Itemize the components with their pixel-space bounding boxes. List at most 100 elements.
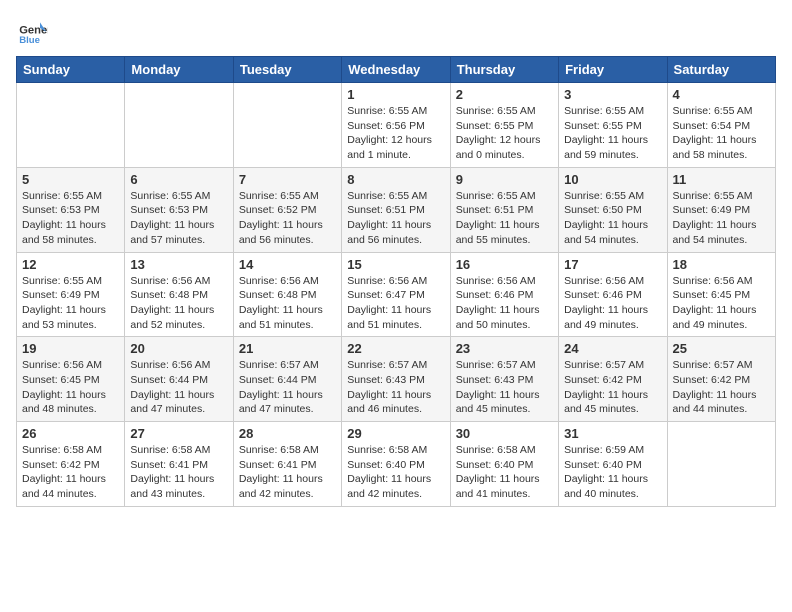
weekday-header-sunday: Sunday — [17, 57, 125, 83]
day-number: 13 — [130, 257, 227, 272]
day-info: Sunrise: 6:57 AMSunset: 6:42 PMDaylight:… — [564, 358, 661, 417]
day-number: 2 — [456, 87, 553, 102]
day-number: 18 — [673, 257, 770, 272]
day-info: Sunrise: 6:57 AMSunset: 6:43 PMDaylight:… — [347, 358, 444, 417]
calendar-cell: 15 Sunrise: 6:56 AMSunset: 6:47 PMDayligh… — [342, 252, 450, 337]
day-info: Sunrise: 6:56 AMSunset: 6:48 PMDaylight:… — [130, 274, 227, 333]
calendar-cell: 8 Sunrise: 6:55 AMSunset: 6:51 PMDaylight… — [342, 167, 450, 252]
day-info: Sunrise: 6:57 AMSunset: 6:44 PMDaylight:… — [239, 358, 336, 417]
day-info: Sunrise: 6:55 AMSunset: 6:54 PMDaylight:… — [673, 104, 770, 163]
calendar-cell — [125, 83, 233, 168]
calendar-cell: 2 Sunrise: 6:55 AMSunset: 6:55 PMDaylight… — [450, 83, 558, 168]
calendar-cell: 11 Sunrise: 6:55 AMSunset: 6:49 PMDayligh… — [667, 167, 775, 252]
week-row-4: 19 Sunrise: 6:56 AMSunset: 6:45 PMDayligh… — [17, 337, 776, 422]
calendar-cell: 26 Sunrise: 6:58 AMSunset: 6:42 PMDayligh… — [17, 422, 125, 507]
week-row-5: 26 Sunrise: 6:58 AMSunset: 6:42 PMDayligh… — [17, 422, 776, 507]
day-info: Sunrise: 6:55 AMSunset: 6:49 PMDaylight:… — [22, 274, 119, 333]
calendar-cell: 16 Sunrise: 6:56 AMSunset: 6:46 PMDayligh… — [450, 252, 558, 337]
calendar-cell: 1Sunrise: 6:55 AMSunset: 6:56 PMDaylight… — [342, 83, 450, 168]
day-info: Sunrise: 6:56 AMSunset: 6:47 PMDaylight:… — [347, 274, 444, 333]
week-row-3: 12Sunrise: 6:55 AMSunset: 6:49 PMDayligh… — [17, 252, 776, 337]
day-number: 3 — [564, 87, 661, 102]
calendar-table: SundayMondayTuesdayWednesdayThursdayFrid… — [16, 56, 776, 507]
weekday-header-monday: Monday — [125, 57, 233, 83]
calendar-cell: 30Sunrise: 6:58 AMSunset: 6:40 PMDayligh… — [450, 422, 558, 507]
day-info: Sunrise: 6:55 AMSunset: 6:55 PMDaylight:… — [564, 104, 661, 163]
day-number: 26 — [22, 426, 119, 441]
calendar-cell: 27 Sunrise: 6:58 AMSunset: 6:41 PMDayligh… — [125, 422, 233, 507]
week-row-1: 1Sunrise: 6:55 AMSunset: 6:56 PMDaylight… — [17, 83, 776, 168]
day-number: 27 — [130, 426, 227, 441]
day-info: Sunrise: 6:56 AMSunset: 6:45 PMDaylight:… — [22, 358, 119, 417]
day-info: Sunrise: 6:58 AMSunset: 6:41 PMDaylight:… — [130, 443, 227, 502]
day-info: Sunrise: 6:59 AMSunset: 6:40 PMDaylight:… — [564, 443, 661, 502]
day-info: Sunrise: 6:55 AMSunset: 6:51 PMDaylight:… — [456, 189, 553, 248]
day-number: 23 — [456, 341, 553, 356]
logo-icon: General Blue — [16, 16, 48, 48]
calendar-cell: 12Sunrise: 6:55 AMSunset: 6:49 PMDayligh… — [17, 252, 125, 337]
calendar-cell: 25Sunrise: 6:57 AMSunset: 6:42 PMDayligh… — [667, 337, 775, 422]
day-info: Sunrise: 6:55 AMSunset: 6:51 PMDaylight:… — [347, 189, 444, 248]
calendar-cell: 18 Sunrise: 6:56 AMSunset: 6:45 PMDayligh… — [667, 252, 775, 337]
calendar-cell: 19 Sunrise: 6:56 AMSunset: 6:45 PMDayligh… — [17, 337, 125, 422]
day-info: Sunrise: 6:57 AMSunset: 6:43 PMDaylight:… — [456, 358, 553, 417]
calendar-cell: 21 Sunrise: 6:57 AMSunset: 6:44 PMDayligh… — [233, 337, 341, 422]
calendar-cell: 7Sunrise: 6:55 AMSunset: 6:52 PMDaylight… — [233, 167, 341, 252]
day-info: Sunrise: 6:56 AMSunset: 6:46 PMDaylight:… — [456, 274, 553, 333]
day-info: Sunrise: 6:55 AMSunset: 6:55 PMDaylight:… — [456, 104, 553, 163]
day-info: Sunrise: 6:58 AMSunset: 6:40 PMDaylight:… — [347, 443, 444, 502]
day-number: 24 — [564, 341, 661, 356]
day-info: Sunrise: 6:55 AMSunset: 6:53 PMDaylight:… — [130, 189, 227, 248]
weekday-header-wednesday: Wednesday — [342, 57, 450, 83]
day-number: 22 — [347, 341, 444, 356]
day-number: 15 — [347, 257, 444, 272]
day-number: 10 — [564, 172, 661, 187]
logo: General Blue — [16, 16, 48, 48]
day-info: Sunrise: 6:55 AMSunset: 6:53 PMDaylight:… — [22, 189, 119, 248]
day-number: 6 — [130, 172, 227, 187]
day-number: 4 — [673, 87, 770, 102]
calendar-cell: 17 Sunrise: 6:56 AMSunset: 6:46 PMDayligh… — [559, 252, 667, 337]
calendar-cell: 31 Sunrise: 6:59 AMSunset: 6:40 PMDayligh… — [559, 422, 667, 507]
weekday-header-thursday: Thursday — [450, 57, 558, 83]
day-info: Sunrise: 6:55 AMSunset: 6:49 PMDaylight:… — [673, 189, 770, 248]
calendar-cell — [233, 83, 341, 168]
weekday-header-saturday: Saturday — [667, 57, 775, 83]
calendar-cell: 10 Sunrise: 6:55 AMSunset: 6:50 PMDayligh… — [559, 167, 667, 252]
calendar-cell: 28 Sunrise: 6:58 AMSunset: 6:41 PMDayligh… — [233, 422, 341, 507]
week-row-2: 5 Sunrise: 6:55 AMSunset: 6:53 PMDaylight… — [17, 167, 776, 252]
day-number: 7 — [239, 172, 336, 187]
day-number: 1 — [347, 87, 444, 102]
calendar-cell: 6 Sunrise: 6:55 AMSunset: 6:53 PMDaylight… — [125, 167, 233, 252]
day-info: Sunrise: 6:56 AMSunset: 6:46 PMDaylight:… — [564, 274, 661, 333]
calendar-cell: 24 Sunrise: 6:57 AMSunset: 6:42 PMDayligh… — [559, 337, 667, 422]
day-info: Sunrise: 6:55 AMSunset: 6:50 PMDaylight:… — [564, 189, 661, 248]
page-header: General Blue — [16, 16, 776, 48]
calendar-cell: 3 Sunrise: 6:55 AMSunset: 6:55 PMDaylight… — [559, 83, 667, 168]
calendar-cell: 20Sunrise: 6:56 AMSunset: 6:44 PMDayligh… — [125, 337, 233, 422]
day-number: 17 — [564, 257, 661, 272]
day-number: 28 — [239, 426, 336, 441]
calendar-cell — [17, 83, 125, 168]
day-info: Sunrise: 6:58 AMSunset: 6:42 PMDaylight:… — [22, 443, 119, 502]
calendar-cell: 5 Sunrise: 6:55 AMSunset: 6:53 PMDaylight… — [17, 167, 125, 252]
weekday-header-friday: Friday — [559, 57, 667, 83]
svg-text:Blue: Blue — [19, 35, 40, 46]
day-info: Sunrise: 6:56 AMSunset: 6:45 PMDaylight:… — [673, 274, 770, 333]
day-info: Sunrise: 6:56 AMSunset: 6:48 PMDaylight:… — [239, 274, 336, 333]
day-number: 5 — [22, 172, 119, 187]
day-info: Sunrise: 6:58 AMSunset: 6:41 PMDaylight:… — [239, 443, 336, 502]
day-number: 16 — [456, 257, 553, 272]
calendar-cell: 29Sunrise: 6:58 AMSunset: 6:40 PMDayligh… — [342, 422, 450, 507]
weekday-header-row: SundayMondayTuesdayWednesdayThursdayFrid… — [17, 57, 776, 83]
calendar-cell: 23 Sunrise: 6:57 AMSunset: 6:43 PMDayligh… — [450, 337, 558, 422]
day-number: 19 — [22, 341, 119, 356]
day-number: 14 — [239, 257, 336, 272]
day-number: 11 — [673, 172, 770, 187]
calendar-cell: 22 Sunrise: 6:57 AMSunset: 6:43 PMDayligh… — [342, 337, 450, 422]
day-number: 20 — [130, 341, 227, 356]
weekday-header-tuesday: Tuesday — [233, 57, 341, 83]
day-number: 31 — [564, 426, 661, 441]
day-number: 21 — [239, 341, 336, 356]
day-number: 8 — [347, 172, 444, 187]
